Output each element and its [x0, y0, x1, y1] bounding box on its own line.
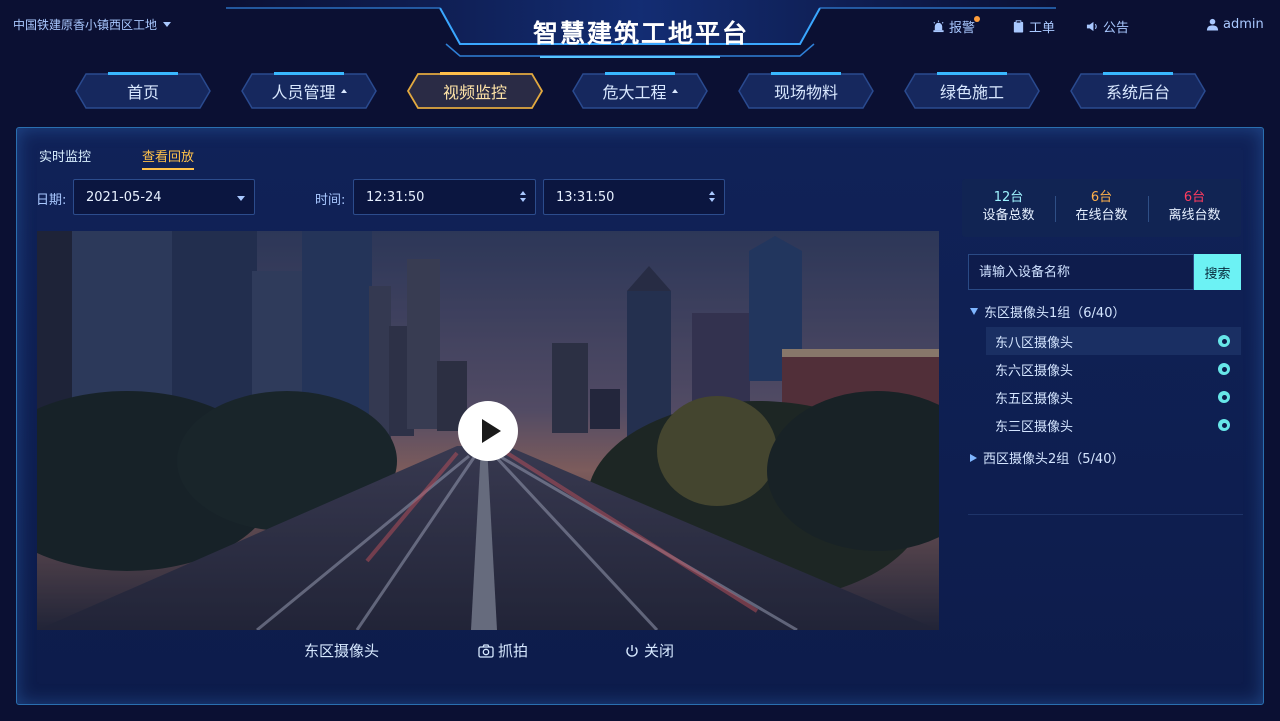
play-icon	[481, 419, 501, 443]
stat-label: 在线台数	[1075, 208, 1128, 223]
tab-live[interactable]: 实时监控	[39, 146, 91, 168]
nav-label: 现场物料	[773, 83, 838, 102]
stat-value: 6台	[1090, 190, 1113, 205]
video-camera-name: 东区摄像头	[304, 640, 379, 661]
date-value: 2021-05-24	[86, 189, 162, 205]
date-select[interactable]: 2021-05-24	[73, 179, 255, 215]
tree-group-west[interactable]: 西区摄像头2组（5/40）	[970, 448, 1124, 467]
playback-icon[interactable]	[1218, 363, 1230, 375]
alarm-icon	[933, 20, 944, 33]
tree-camera-item[interactable]: 东五区摄像头	[986, 383, 1241, 411]
play-button[interactable]	[458, 401, 518, 461]
alarm-button[interactable]: 报警	[932, 16, 981, 36]
chevron-down-icon	[237, 196, 245, 201]
username: admin	[1223, 17, 1264, 32]
time-start-field[interactable]: 12:31:50	[353, 179, 536, 215]
spinner-icon	[709, 191, 715, 202]
time-end-field[interactable]: 13:31:50	[543, 179, 725, 215]
user-icon	[1206, 18, 1219, 31]
chevron-up-icon	[671, 89, 678, 93]
stat-value: 6台	[1183, 190, 1206, 205]
notice-label: 公告	[1103, 21, 1130, 36]
camera-label: 东五区摄像头	[995, 391, 1074, 407]
stat-online: 6台 在线台数	[1055, 189, 1148, 226]
search-button[interactable]: 搜索	[1194, 254, 1241, 290]
nav-item-hazard[interactable]: 危大工程	[571, 72, 709, 110]
nav-label: 系统后台	[1105, 83, 1170, 102]
power-icon	[626, 644, 638, 657]
nav-label: 首页	[126, 83, 159, 102]
tree-group-east[interactable]: 东区摄像头1组（6/40）	[970, 302, 1125, 321]
close-video-button[interactable]: 关闭	[624, 640, 674, 661]
alarm-text: 报警	[949, 21, 976, 36]
user-menu[interactable]: admin	[1206, 17, 1264, 32]
camera-name-text: 东区摄像头	[304, 642, 380, 660]
alarm-label: 报警	[949, 16, 981, 36]
tree-camera-item[interactable]: 东八区摄像头	[986, 327, 1241, 355]
nav-item-materials[interactable]: 现场物料	[737, 72, 875, 110]
video-player[interactable]	[37, 231, 939, 630]
camera-label: 东三区摄像头	[995, 419, 1074, 435]
capture-button[interactable]: 抓拍	[478, 640, 528, 661]
workorder-button[interactable]: 工单	[1012, 17, 1055, 36]
time-label: 时间:	[315, 193, 346, 208]
caret-down-icon	[970, 308, 978, 315]
tab-playback[interactable]: 查看回放	[142, 146, 195, 170]
nav-label: 绿色施工	[939, 83, 1004, 102]
nav-label: 危大工程	[602, 83, 667, 102]
close-label: 关闭	[644, 642, 675, 660]
device-stats: 12台 设备总数 6台 在线台数 6台 离线台数	[962, 179, 1241, 237]
nav-item-video[interactable]: 视频监控	[406, 72, 544, 110]
header-actions: 报警 工单 公告 admin	[0, 16, 1280, 37]
camera-label: 东八区摄像头	[995, 335, 1074, 351]
clipboard-icon	[1013, 20, 1024, 33]
notice-button[interactable]: 公告	[1086, 17, 1129, 36]
main-nav: 首页 人员管理 视频监控 危大工程 现场物料 绿色施工 系统后台	[0, 72, 1280, 112]
group-label: 西区摄像头2组（5/40）	[983, 452, 1125, 467]
chevron-up-icon	[340, 89, 347, 93]
playback-icon[interactable]	[1218, 419, 1230, 431]
stat-value: 12台	[993, 190, 1024, 205]
tree-camera-item[interactable]: 东三区摄像头	[986, 411, 1241, 439]
date-label: 日期:	[36, 193, 67, 208]
stat-label: 设备总数	[982, 208, 1035, 223]
nav-item-green[interactable]: 绿色施工	[903, 72, 1041, 110]
time-end-value: 13:31:50	[556, 189, 615, 205]
group-label: 东区摄像头1组（6/40）	[984, 306, 1126, 321]
stat-total: 12台 设备总数	[962, 189, 1055, 226]
nav-label: 视频监控	[442, 83, 507, 102]
nav-item-system[interactable]: 系统后台	[1069, 72, 1207, 110]
time-start-value: 12:31:50	[366, 189, 425, 205]
divider	[968, 514, 1243, 515]
workorder-label: 工单	[1029, 21, 1056, 36]
top-header: 中国铁建原香小镇西区工地 智慧建筑工地平台 报警 工单 公告 admin	[0, 0, 1280, 64]
capture-label: 抓拍	[498, 642, 529, 660]
stat-label: 离线台数	[1168, 208, 1221, 223]
stat-offline: 6台 离线台数	[1148, 189, 1241, 226]
device-search-input[interactable]	[968, 254, 1194, 290]
playback-icon[interactable]	[1218, 391, 1230, 403]
tree-camera-item[interactable]: 东六区摄像头	[986, 355, 1241, 383]
speaker-icon	[1086, 21, 1097, 32]
spinner-icon	[520, 191, 526, 202]
camera-label: 东六区摄像头	[995, 363, 1074, 379]
nav-item-personnel[interactable]: 人员管理	[240, 72, 378, 110]
alarm-badge	[974, 16, 981, 22]
caret-right-icon	[970, 453, 977, 462]
nav-label: 人员管理	[271, 83, 336, 102]
nav-item-home[interactable]: 首页	[74, 72, 212, 110]
camera-icon	[478, 643, 494, 658]
playback-icon[interactable]	[1218, 335, 1230, 347]
